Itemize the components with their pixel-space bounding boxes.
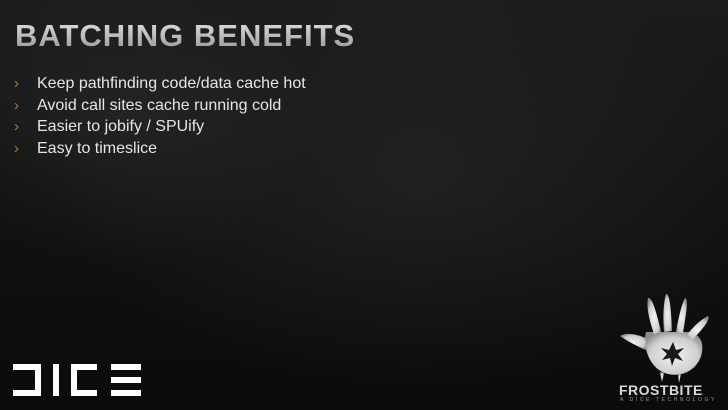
bullet-item: › Keep pathfinding code/data cache hot: [14, 75, 306, 97]
bullet-marker: ›: [14, 96, 19, 114]
bullet-marker: ›: [14, 139, 19, 157]
bullet-list: › Keep pathfinding code/data cache hot ›…: [14, 75, 306, 161]
bullet-item: › Easy to timeslice: [14, 140, 306, 162]
bullet-text: Easier to jobify / SPUify: [37, 118, 205, 135]
bullet-item: › Easier to jobify / SPUify: [14, 118, 306, 140]
frostbite-wordmark: FROSTBITE: [619, 382, 703, 398]
bullet-marker: ›: [14, 118, 19, 135]
frostbite-tagline: A DICE TECHNOLOGY: [620, 397, 717, 403]
dice-logo: [13, 364, 141, 396]
slide-title: BATCHING BENEFITS: [15, 18, 356, 53]
bullet-item: › Avoid call sites cache running cold: [14, 97, 306, 119]
bullet-text: Easy to timeslice: [37, 139, 158, 157]
slide: BATCHING BENEFITS › Keep pathfinding cod…: [0, 0, 728, 410]
bullet-text: Keep pathfinding code/data cache hot: [37, 75, 306, 92]
handprint-icon: [620, 294, 709, 383]
bullet-marker: ›: [14, 75, 19, 92]
bullet-text: Avoid call sites cache running cold: [37, 96, 282, 114]
